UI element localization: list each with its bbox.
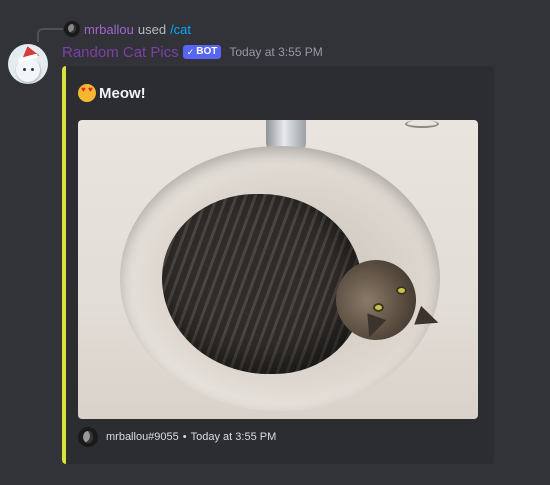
- avatar-cat-eye: [31, 68, 34, 71]
- footer-avatar-icon: [78, 427, 98, 447]
- bot-avatar[interactable]: [8, 44, 48, 84]
- footer-author: mrballou#9055: [106, 431, 179, 443]
- avatar-cat-eye: [23, 68, 26, 71]
- smiling-cat-heart-eyes-icon: [78, 84, 96, 102]
- embed-title-text: Meow!: [99, 84, 146, 102]
- slash-command-link[interactable]: /cat: [170, 22, 191, 37]
- cat-eye: [373, 303, 384, 312]
- bot-badge-label: BOT: [196, 46, 218, 57]
- footer-timestamp: Today at 3:55 PM: [190, 431, 277, 443]
- bot-badge: ✓ BOT: [182, 45, 222, 59]
- cat-eye: [396, 286, 407, 295]
- reply-context[interactable]: mrballou used /cat: [64, 21, 191, 37]
- embed-footer: mrballou#9055 • Today at 3:55 PM: [78, 427, 276, 447]
- verified-check-icon: ✓: [186, 47, 195, 57]
- message-timestamp[interactable]: Today at 3:55 PM: [229, 45, 322, 59]
- reply-connector-line: [37, 28, 63, 42]
- reply-username[interactable]: mrballou: [84, 22, 134, 37]
- footer-separator: •: [182, 431, 187, 443]
- embed-image[interactable]: [78, 120, 478, 419]
- reply-user-avatar[interactable]: [64, 21, 80, 37]
- sink-handle: [405, 120, 439, 128]
- message-embed: Meow! mrballou#9055 • Today at 3:55 PM: [62, 66, 494, 464]
- author-username[interactable]: Random Cat Pics: [62, 44, 179, 61]
- message-header: Random Cat Pics ✓ BOT Today at 3:55 PM: [62, 43, 323, 61]
- embed-title: Meow!: [78, 83, 146, 103]
- reply-used-text: used: [137, 21, 167, 37]
